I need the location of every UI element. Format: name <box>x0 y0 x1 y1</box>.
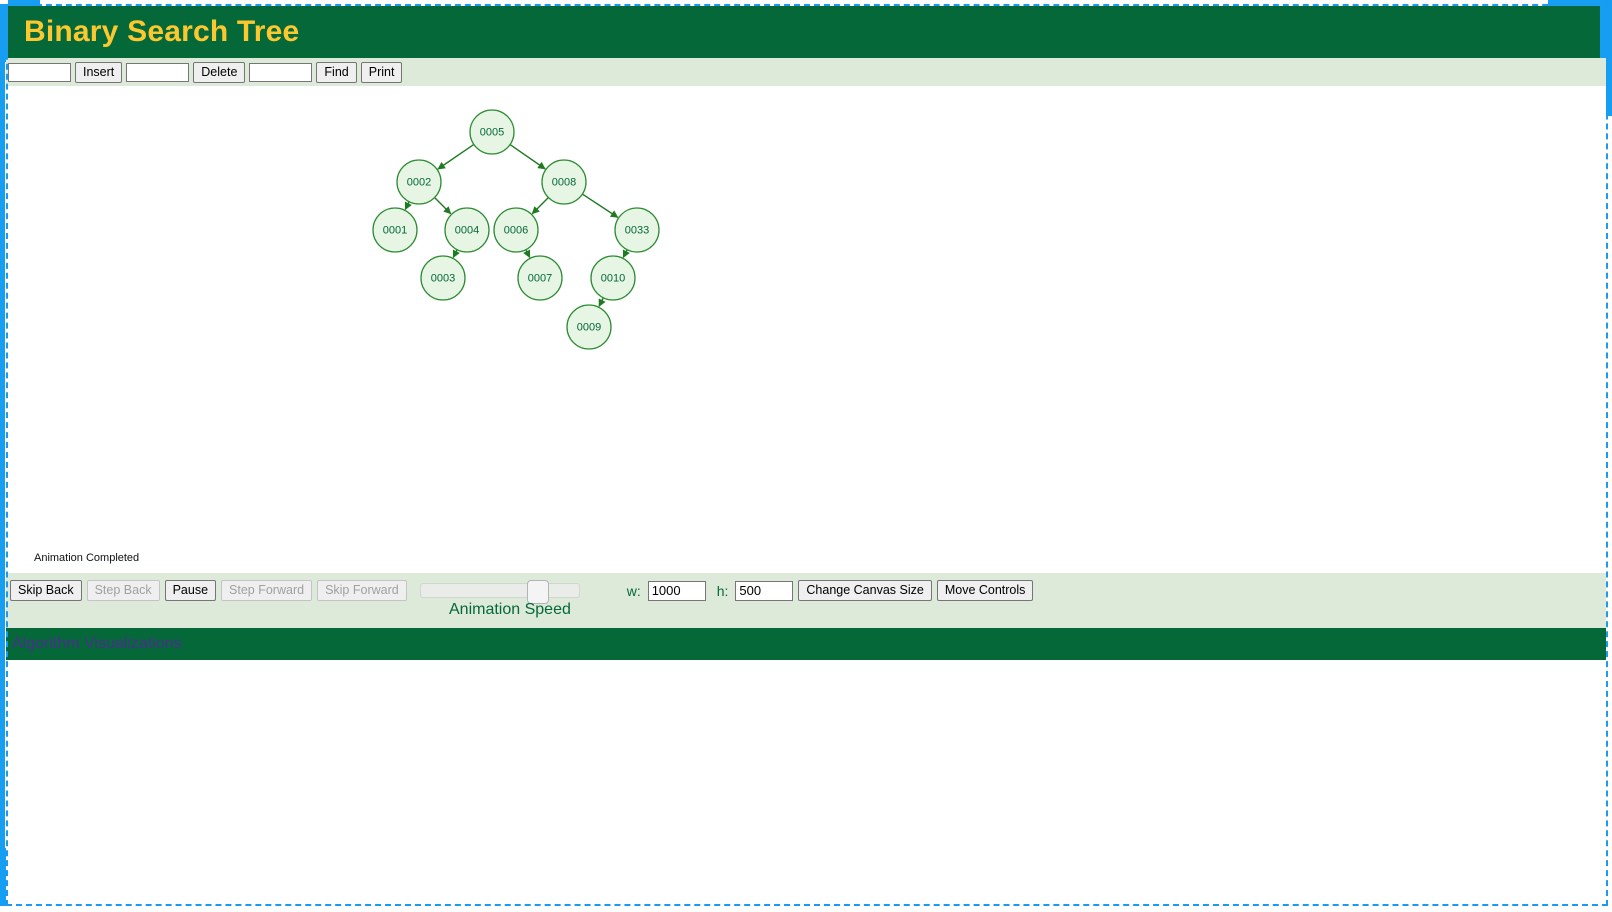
tree-node-label: 0009 <box>577 322 601 334</box>
tree-node-layer: 0005 0002 0008 0001 0004 0006 0033 0003 0007 0010… <box>372 109 660 350</box>
frame-accent-left-top <box>0 4 8 62</box>
visualization-canvas[interactable]: 0005 0002 0008 0001 0004 0006 0033 0003 0007 0010… <box>6 86 1606 573</box>
tree-edge <box>581 193 619 218</box>
tree-node[interactable]: 0010 <box>590 255 636 301</box>
slider-track <box>419 583 580 598</box>
canvas-width-input[interactable] <box>647 580 706 601</box>
operations-toolbar: Insert Delete Find Print <box>6 58 1606 86</box>
animation-control-row: Skip Back Step Back Pause Step Forward S… <box>10 580 1034 604</box>
tree-node-label: 0003 <box>431 273 455 285</box>
footer-bar: Algorithm Visualizations <box>6 628 1606 660</box>
tree-edge <box>452 249 460 259</box>
tree-node[interactable]: 0009 <box>566 304 612 350</box>
page-title: Binary Search Tree <box>24 15 300 48</box>
tree-node[interactable]: 0033 <box>614 207 660 253</box>
move-controls-button[interactable]: Move Controls <box>936 580 1034 601</box>
canvas-height-input[interactable] <box>735 580 794 601</box>
step-forward-button: Step Forward <box>221 580 313 601</box>
find-button[interactable]: Find <box>316 61 357 83</box>
skip-forward-button: Skip Forward <box>317 580 407 601</box>
tree-node[interactable]: 0004 <box>444 207 490 253</box>
tree-edge <box>531 197 549 215</box>
tree-node-label: 0033 <box>625 225 649 237</box>
tree-node[interactable]: 0001 <box>372 207 418 253</box>
canvas-height-label: h: <box>716 582 729 599</box>
tree-edge <box>622 249 630 259</box>
canvas-width-label: w: <box>626 582 641 599</box>
tree-node-label: 0010 <box>601 273 625 285</box>
find-value-input[interactable] <box>249 62 313 82</box>
tree-node-label: 0008 <box>552 177 576 189</box>
pause-button[interactable]: Pause <box>164 580 217 601</box>
delete-value-input[interactable] <box>126 62 190 82</box>
animation-speed-label: Animation Speed <box>449 601 571 618</box>
animation-status-text: Animation Completed <box>34 552 140 564</box>
animation-speed-slider[interactable] <box>419 580 608 604</box>
tree-edge <box>434 197 452 215</box>
step-back-button: Step Back <box>86 580 160 601</box>
change-canvas-size-button[interactable]: Change Canvas Size <box>798 580 932 601</box>
tree-node[interactable]: 0002 <box>396 159 442 205</box>
print-button[interactable]: Print <box>360 61 403 83</box>
tree-edge <box>598 297 606 308</box>
tree-node-label: 0001 <box>383 225 407 237</box>
tree-node-label: 0004 <box>455 225 479 237</box>
frame-accent-left-mid <box>0 62 5 848</box>
animation-control-bar: Skip Back Step Back Pause Step Forward S… <box>6 573 1606 628</box>
skip-back-button[interactable]: Skip Back <box>10 580 82 601</box>
tree-node[interactable]: 0005 <box>469 109 515 155</box>
page-body-blank-area <box>6 660 1606 906</box>
title-bar: Binary Search Tree <box>8 6 1600 58</box>
tree-node[interactable]: 0006 <box>493 207 539 253</box>
page-frame: Binary Search Tree Insert Delete Find Pr… <box>0 0 1612 912</box>
tree-edge <box>437 143 475 170</box>
binary-search-tree-diagram: 0005 0002 0008 0001 0004 0006 0033 0003 0007 0010… <box>372 109 660 350</box>
delete-button[interactable]: Delete <box>193 61 246 83</box>
tree-node[interactable]: 0003 <box>420 255 466 301</box>
insert-value-input[interactable] <box>8 62 71 82</box>
tree-node-label: 0005 <box>480 127 504 139</box>
tree-node-label: 0006 <box>504 225 528 237</box>
insert-button[interactable]: Insert <box>75 61 123 83</box>
tree-node[interactable]: 0008 <box>541 159 587 205</box>
tree-node[interactable]: 0007 <box>517 255 563 301</box>
tree-node-label: 0007 <box>528 273 552 285</box>
algorithm-visualizations-link[interactable]: Algorithm Visualizations <box>12 635 182 653</box>
tree-edge <box>404 201 412 211</box>
tree-node-label: 0002 <box>407 177 431 189</box>
tree-edge <box>523 249 531 259</box>
tree-edge <box>509 143 546 170</box>
